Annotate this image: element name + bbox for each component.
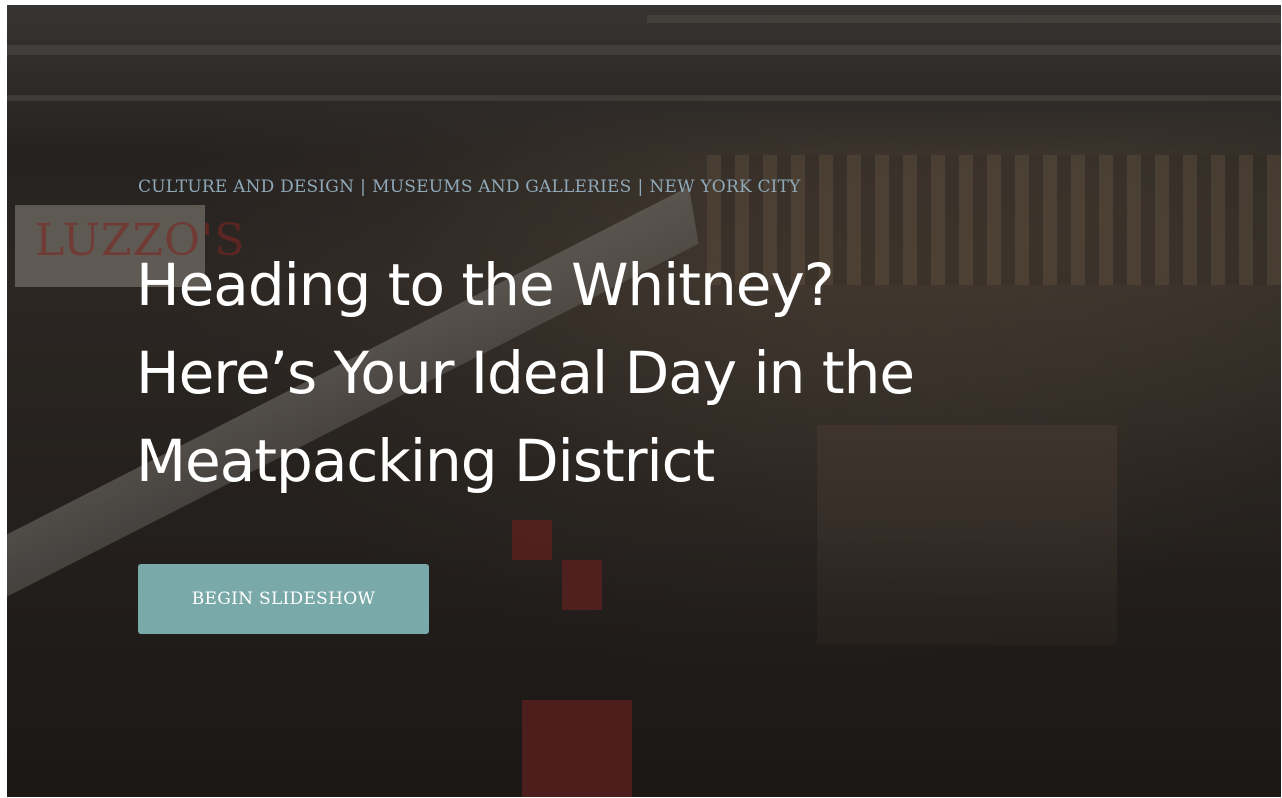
headline-line: Meatpacking District — [136, 427, 715, 495]
category-link-new-york-city[interactable]: NEW YORK CITY — [649, 177, 800, 197]
category-breadcrumbs: CULTURE AND DESIGN | MUSEUMS AND GALLERIES… — [138, 177, 801, 197]
category-link-culture-and-design[interactable]: CULTURE AND DESIGN — [138, 177, 354, 197]
headline-line: Here’s Your Ideal Day in the — [136, 339, 915, 407]
category-separator: | — [637, 177, 644, 197]
category-separator: | — [360, 177, 367, 197]
category-link-museums-and-galleries[interactable]: MUSEUMS AND GALLERIES — [372, 177, 631, 197]
hero-banner: LUZZO'S CULTURE AND DESIGN | MUSEUMS AND G… — [7, 5, 1281, 797]
article-headline: Heading to the Whitney? Here’s Your Idea… — [136, 241, 1136, 505]
headline-line: Heading to the Whitney? — [136, 251, 835, 319]
begin-slideshow-button[interactable]: BEGIN SLIDESHOW — [138, 564, 429, 634]
